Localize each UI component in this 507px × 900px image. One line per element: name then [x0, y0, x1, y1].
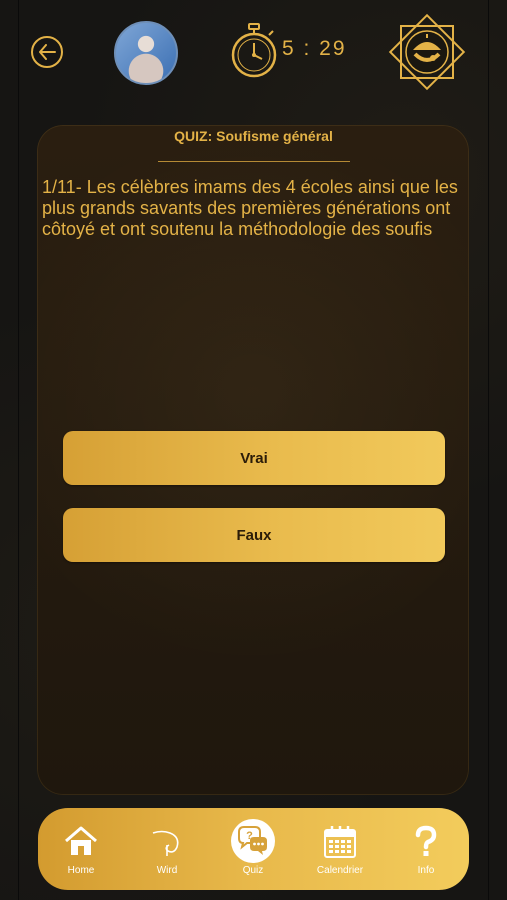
- quiz-title: QUIZ: Soufisme général: [174, 128, 333, 144]
- home-icon: [65, 826, 97, 855]
- title-divider: [158, 161, 350, 162]
- stopwatch-icon: [231, 23, 277, 78]
- answer-true-button[interactable]: Vrai: [63, 431, 445, 485]
- back-button[interactable]: [31, 36, 63, 68]
- nav-item-info[interactable]: Info: [383, 808, 469, 890]
- nav-item-wird[interactable]: Wird: [124, 808, 210, 890]
- arrow-left-icon: [39, 44, 56, 60]
- answer-false-button[interactable]: Faux: [63, 508, 445, 562]
- nav-label-quiz: Quiz: [242, 865, 264, 876]
- app-screen: 5 : 29 QUIZ: Soufisme général 1/11- Les …: [0, 0, 507, 900]
- calendar-icon: [324, 826, 356, 858]
- bottom-nav: Home Wird ? Quiz Calendrier Info: [38, 808, 469, 890]
- question-text: 1/11- Les célèbres imams des 4 écoles ai…: [42, 177, 458, 239]
- nav-item-calendrier[interactable]: Calendrier: [297, 808, 383, 890]
- wird-icon: [152, 830, 179, 856]
- question-icon: [415, 825, 437, 856]
- nav-item-home[interactable]: Home: [38, 808, 124, 890]
- quiz-chat-icon: ?: [231, 819, 275, 863]
- nav-label-calendrier: Calendrier: [316, 865, 364, 876]
- nav-label-home: Home: [67, 865, 95, 876]
- timer-text: 5 : 29: [282, 37, 347, 60]
- nav-label-info: Info: [417, 865, 435, 876]
- nav-label-wird: Wird: [156, 865, 178, 876]
- avatar[interactable]: [114, 21, 178, 85]
- app-logo-icon: [388, 13, 466, 91]
- nav-item-quiz[interactable]: ? Quiz: [210, 808, 296, 890]
